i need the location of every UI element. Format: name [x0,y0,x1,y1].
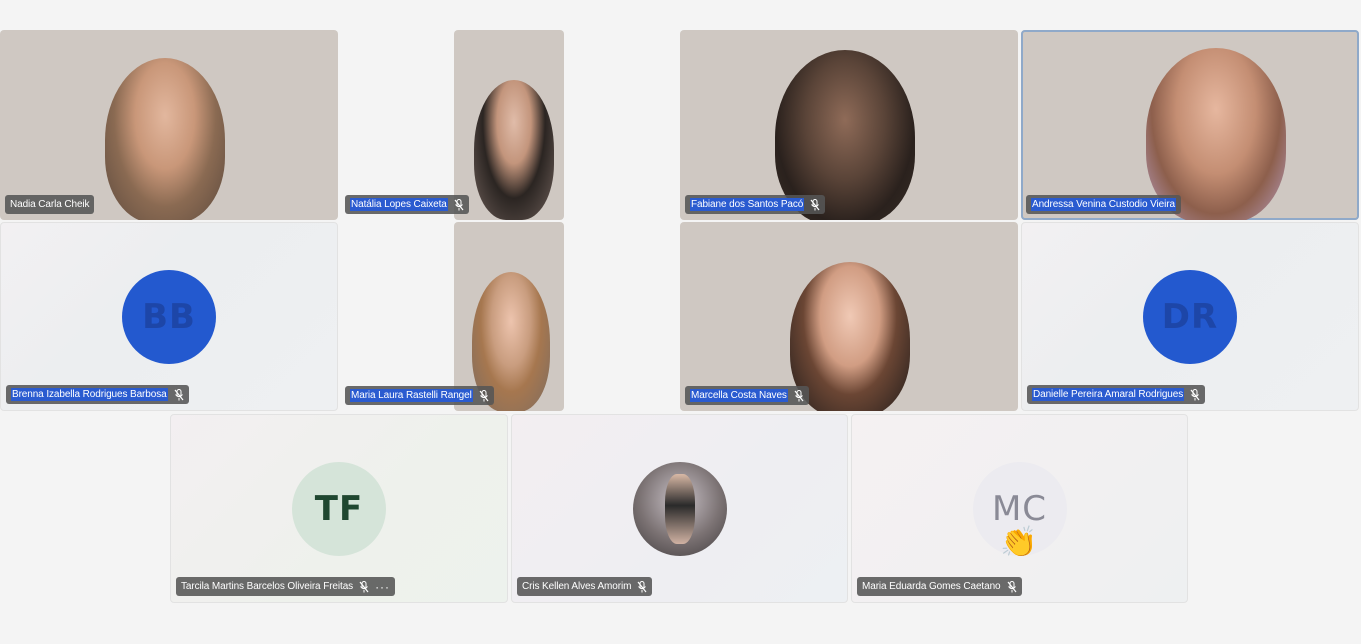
nameplate: Danielle Pereira Amaral Rodrigues [1027,385,1206,404]
avatar-person [664,473,695,544]
participant-name: Maria Eduarda Gomes Caetano [862,581,1001,592]
avatar-photo [632,461,727,556]
avatar: BB [122,269,216,364]
participant-name: Natália Lopes Caixeta [350,198,448,211]
nameplate: Cris Kellen Alves Amorim [517,577,653,596]
nameplate: Nadia Carla Cheik [5,195,95,214]
avatar-tile-maria-eduarda[interactable]: MC 👏 Maria Eduarda Gomes Caetano [851,414,1188,603]
mic-off-icon [479,389,489,401]
participant-name: Marcella Costa Naves [690,389,788,402]
video-tile-maria-laura[interactable] [454,222,564,411]
nameplate-natalia: Natália Lopes Caixeta [345,195,469,214]
nameplate: Marcella Costa Naves [685,386,809,405]
avatar-tile-danielle[interactable]: DR Danielle Pereira Amaral Rodrigues [1021,222,1359,411]
participant-name: Andressa Venina Custodio Vieira [1031,198,1176,211]
avatar-tile-brenna[interactable]: BB Brenna Izabella Rodrigues Barbosa [0,222,338,411]
avatar-tile-tarcila[interactable]: TF Tarcila Martins Barcelos Oliveira Fre… [170,414,508,603]
nameplate: Brenna Izabella Rodrigues Barbosa [6,385,189,404]
participant-name: Fabiane dos Santos Pacó [690,198,805,211]
participant-video [105,58,225,220]
mic-off-icon [359,580,369,592]
video-tile-andressa[interactable]: Andressa Venina Custodio Vieira [1021,30,1359,220]
video-tile-nadia[interactable]: Nadia Carla Cheik [0,30,338,220]
mic-off-icon [810,198,820,210]
participant-name: Brenna Izabella Rodrigues Barbosa [11,388,168,401]
clap-icon: 👏 [1000,526,1038,559]
nameplate: Andressa Venina Custodio Vieira [1026,195,1181,214]
mic-off-icon [637,580,647,592]
nameplate: Tarcila Martins Barcelos Oliveira Freita… [176,577,396,596]
video-tile-marcella[interactable]: Marcella Costa Naves [680,222,1018,411]
participant-name: Nadia Carla Cheik [10,199,90,210]
mic-off-icon [454,198,464,210]
participant-video [474,80,554,220]
mic-off-icon [1007,580,1016,592]
video-tile-natalia[interactable] [454,30,564,220]
nameplate: Maria Eduarda Gomes Caetano [857,577,1022,596]
more-options-icon[interactable]: ··· [375,581,390,593]
participant-name: Tarcila Martins Barcelos Oliveira Freita… [181,581,354,592]
avatar: TF [292,461,386,556]
video-tile-fabiane[interactable]: Fabiane dos Santos Pacó [680,30,1018,220]
nameplate-maria-laura: Maria Laura Rastelli Rangel [345,386,494,405]
mic-off-icon [174,388,184,400]
mic-off-icon [1190,388,1200,400]
mic-off-icon [794,389,804,401]
participant-name: Danielle Pereira Amaral Rodrigues [1032,388,1185,401]
participant-name: Maria Laura Rastelli Rangel [350,389,473,402]
participant-name: Cris Kellen Alves Amorim [522,581,632,592]
avatar-tile-cris[interactable]: Cris Kellen Alves Amorim [511,414,848,603]
nameplate: Fabiane dos Santos Pacó [685,195,826,214]
avatar: DR [1143,269,1237,364]
